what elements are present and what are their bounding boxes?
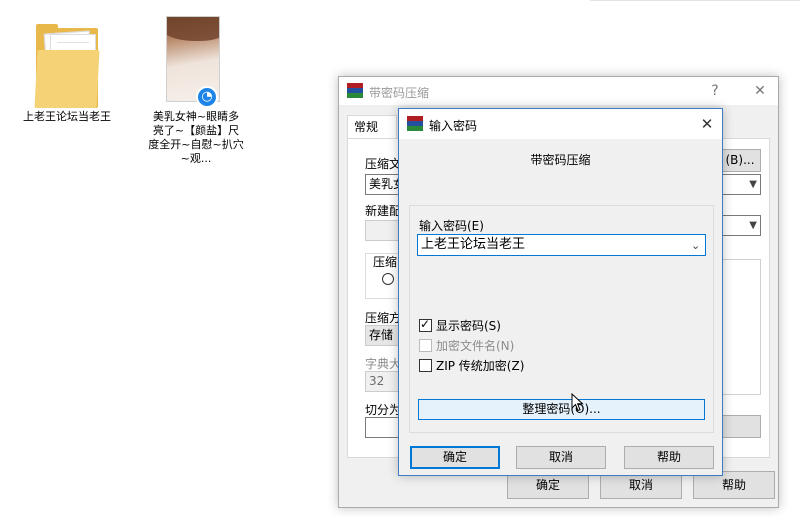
winrar-icon (407, 116, 423, 132)
encrypt-filenames-checkbox[interactable] (419, 339, 432, 352)
dialog-heading: 带密码压缩 (530, 153, 591, 167)
archive-window-title: 带密码压缩 (369, 86, 430, 100)
close-icon[interactable]: ✕ (691, 110, 723, 138)
profile-select-tail[interactable]: ▼ (717, 215, 761, 236)
method-label: 压缩方 (365, 311, 402, 325)
password-label: 输入密码(E) (419, 219, 484, 233)
tab-general[interactable]: 常规 (347, 115, 397, 139)
compress-group-label: 压缩 (373, 255, 398, 269)
folder-icon (34, 24, 100, 110)
ok-button[interactable]: 确定 (410, 446, 500, 469)
zip-legacy-checkbox[interactable] (419, 359, 432, 372)
folder-label: 上老王论坛当老王 (23, 110, 111, 123)
options-list[interactable] (717, 259, 761, 395)
organize-passwords-button[interactable]: 整理密码(O)... (418, 399, 705, 420)
video-label: 美乳女神~眼睛多亮了~【颜盐】尺度全开~自慰~扒穴~观... (148, 110, 244, 165)
zip-legacy-label: ZIP 传统加密(Z) (436, 359, 525, 373)
show-password-checkbox[interactable] (419, 317, 432, 332)
encrypt-filenames-label: 加密文件名(N) (436, 339, 515, 353)
format-radio[interactable] (382, 273, 394, 285)
browse-button[interactable]: (B)... (719, 149, 761, 172)
player-app-badge-icon: ◔ (196, 86, 218, 108)
winrar-icon (347, 83, 363, 99)
taskbar-edge (590, 0, 800, 1)
dict-label: 字典大 (365, 357, 402, 371)
help-button[interactable]: 帮助 (624, 446, 714, 469)
new-profile-label: 新建配 (365, 204, 402, 218)
set-password-button-back[interactable] (717, 415, 761, 438)
cancel-button[interactable]: 取消 (516, 446, 606, 469)
password-dialog-titlebar: 输入密码 ✕ (399, 109, 722, 139)
desktop-video-icon[interactable]: ◔ 美乳女神~眼睛多亮了~【颜盐】尺度全开~自慰~扒穴~观... (148, 16, 244, 186)
password-input[interactable]: 上老王论坛当老王 (417, 234, 706, 256)
close-icon[interactable]: ✕ (744, 77, 776, 105)
archive-window-titlebar: 带密码压缩 ? ✕ (339, 77, 778, 105)
archive-name-combo-tail[interactable]: ▼ (717, 174, 761, 195)
split-label: 切分为 (365, 403, 402, 417)
help-icon[interactable]: ? (699, 77, 731, 105)
chevron-down-icon: ▼ (749, 220, 757, 231)
archive-name-label: 压缩文 (365, 157, 402, 171)
chevron-down-icon: ▼ (749, 179, 757, 190)
enter-password-dialog: 输入密码 ✕ 带密码压缩 输入密码(E) 上老王论坛当老王 ⌄ 显示密码(S) … (398, 108, 723, 476)
password-dialog-title: 输入密码 (429, 119, 478, 133)
chevron-down-icon[interactable]: ⌄ (691, 236, 719, 255)
show-password-label: 显示密码(S) (436, 319, 501, 333)
desktop-folder-icon[interactable]: 上老王论坛当老王 (22, 22, 112, 142)
